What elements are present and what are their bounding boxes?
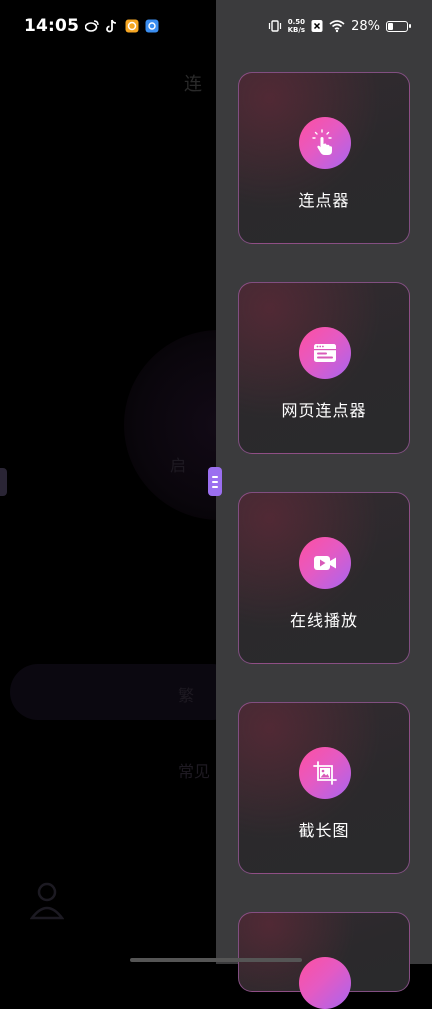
tool-label: 连点器: [298, 191, 350, 210]
tool-card-web-clicker[interactable]: 网页连点器: [238, 282, 410, 454]
tool-label: 网页连点器: [281, 401, 367, 420]
handle-line: [212, 485, 218, 488]
tool-icon-circle: [299, 957, 351, 1009]
background-pill-button: [10, 664, 240, 720]
tool-icon-circle: [299, 327, 351, 379]
battery-fill: [388, 22, 393, 30]
background-title: 连: [184, 74, 202, 95]
battery-percent: 28%: [351, 18, 380, 34]
weibo-icon: [85, 20, 99, 32]
battery-icon: [386, 20, 411, 32]
tool-icon-circle: [299, 117, 351, 169]
background-edge-handle: [0, 468, 7, 496]
wifi-icon: [329, 20, 345, 33]
handle-line: [212, 475, 218, 478]
drawer-handle[interactable]: [208, 467, 222, 496]
app-icon-blue: [145, 19, 159, 33]
network-speed: 0.50 KB/s: [288, 18, 305, 34]
vibrate-icon: [268, 20, 281, 32]
user-icon: [30, 882, 64, 920]
no-sim-icon: [311, 20, 323, 32]
background-start-text: 启: [170, 456, 187, 475]
tool-label: 截长图: [298, 821, 350, 840]
status-time: 14:05: [24, 16, 80, 36]
tool-card-auto-clicker[interactable]: 连点器: [238, 72, 410, 244]
handle-line: [212, 480, 218, 483]
status-right: 0.50 KB/s 28%: [268, 18, 411, 34]
background-pill-text: 繁: [178, 686, 195, 705]
app-icon-orange: [125, 19, 139, 33]
tool-card-more[interactable]: [238, 912, 410, 1009]
tiktok-icon: [106, 19, 117, 33]
screenshot-image-icon: [313, 761, 337, 785]
tool-card-long-screenshot[interactable]: 截长图: [238, 702, 410, 874]
status-bar: 14:05 0.50 KB/s 28%: [0, 0, 432, 52]
web-page-icon: [314, 344, 336, 362]
home-indicator[interactable]: [130, 958, 302, 962]
network-speed-value: 0.50: [287, 18, 305, 26]
tool-card-online-play[interactable]: 在线播放: [238, 492, 410, 664]
background-faq-text: 常见: [178, 762, 211, 781]
tap-icon: [312, 129, 332, 155]
tool-label: 在线播放: [289, 611, 358, 630]
network-speed-unit: KB/s: [287, 26, 306, 34]
tool-icon-circle: [299, 537, 351, 589]
tool-icon-circle: [299, 747, 351, 799]
status-left: 14:05: [24, 16, 159, 36]
video-camera-icon: [314, 556, 336, 570]
